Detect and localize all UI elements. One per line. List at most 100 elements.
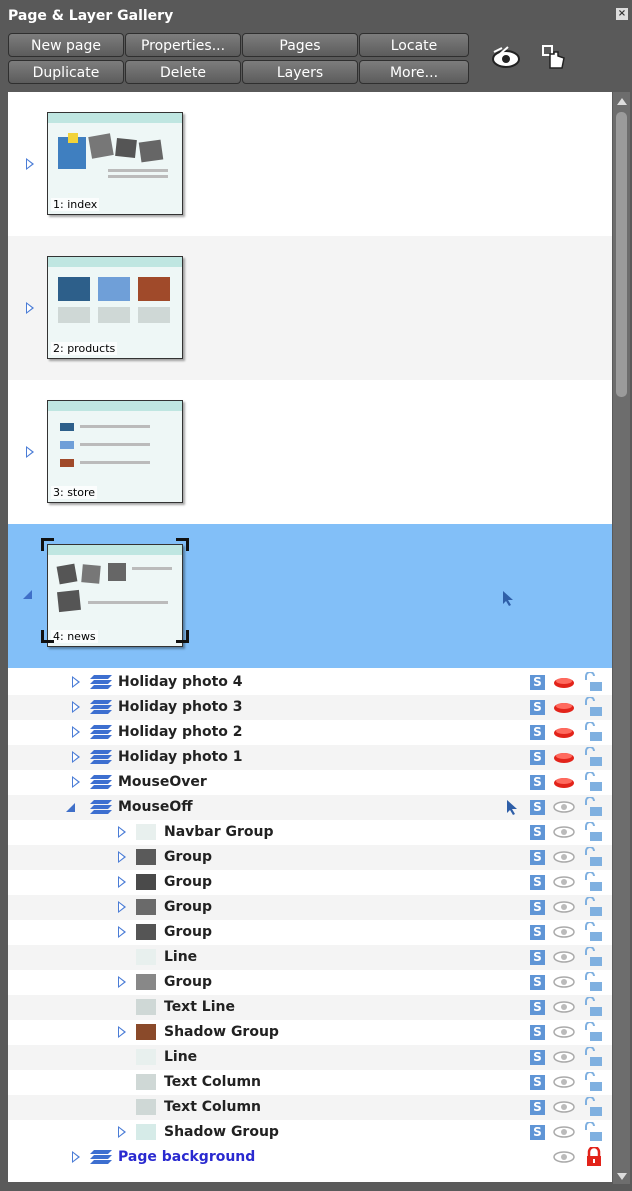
unlocked-icon[interactable] (584, 1022, 604, 1042)
expand-arrow-icon[interactable] (72, 1151, 80, 1163)
layer-row[interactable]: MouseOff S (8, 795, 612, 820)
page-row[interactable]: 2: products (8, 236, 612, 380)
object-row[interactable]: Line S (8, 1045, 612, 1070)
unlocked-icon[interactable] (584, 947, 604, 967)
expand-arrow-icon[interactable] (118, 851, 126, 863)
unlocked-icon[interactable] (584, 1047, 604, 1067)
locked-icon[interactable] (584, 1147, 604, 1167)
eye-icon[interactable] (553, 1075, 575, 1089)
more-button[interactable]: More... (359, 60, 469, 84)
scroll-up-icon[interactable] (617, 98, 627, 105)
s-icon[interactable]: S (530, 675, 545, 690)
s-icon[interactable]: S (530, 975, 545, 990)
unlocked-icon[interactable] (584, 1097, 604, 1117)
duplicate-button[interactable]: Duplicate (8, 60, 124, 84)
unlocked-icon[interactable] (584, 797, 604, 817)
expand-arrow-icon[interactable] (72, 676, 80, 688)
page-row[interactable]: 1: index (8, 92, 612, 236)
eye-icon[interactable] (553, 975, 575, 989)
s-icon[interactable]: S (530, 850, 545, 865)
expand-arrow-icon[interactable] (26, 158, 34, 170)
eye-icon[interactable] (553, 800, 575, 814)
visibility-off-icon[interactable] (553, 725, 575, 739)
unlocked-icon[interactable] (584, 1122, 604, 1142)
unlocked-icon[interactable] (584, 872, 604, 892)
object-row[interactable]: Text Column S (8, 1095, 612, 1120)
s-icon[interactable]: S (530, 1000, 545, 1015)
scroll-thumb[interactable] (616, 112, 627, 397)
unlocked-icon[interactable] (584, 972, 604, 992)
page-background-row[interactable]: Page background (8, 1145, 612, 1170)
expand-arrow-icon[interactable] (118, 1026, 126, 1038)
eye-icon[interactable] (553, 1000, 575, 1014)
eye-icon[interactable] (553, 900, 575, 914)
eye-icon[interactable] (553, 950, 575, 964)
close-icon[interactable]: × (616, 8, 628, 20)
page-thumbnail[interactable]: 1: index (47, 112, 183, 215)
unlocked-icon[interactable] (584, 722, 604, 742)
eye-icon[interactable] (553, 850, 575, 864)
eye-icon[interactable] (553, 1050, 575, 1064)
object-row[interactable]: Shadow Group S (8, 1020, 612, 1045)
unlocked-icon[interactable] (584, 697, 604, 717)
unlocked-icon[interactable] (584, 922, 604, 942)
unlocked-icon[interactable] (584, 997, 604, 1017)
s-icon[interactable]: S (530, 950, 545, 965)
expand-arrow-icon[interactable] (72, 776, 80, 788)
expand-arrow-icon[interactable] (118, 926, 126, 938)
expand-arrow-icon[interactable] (26, 446, 34, 458)
unlocked-icon[interactable] (584, 822, 604, 842)
s-icon[interactable]: S (530, 1125, 545, 1140)
page-row[interactable]: 3: store (8, 380, 612, 524)
s-icon[interactable]: S (530, 725, 545, 740)
visibility-off-icon[interactable] (553, 675, 575, 689)
layer-row[interactable]: Holiday photo 2 S (8, 720, 612, 745)
expand-arrow-icon[interactable] (72, 726, 80, 738)
expand-arrow-icon[interactable] (72, 751, 80, 763)
unlocked-icon[interactable] (584, 672, 604, 692)
eye-icon[interactable] (553, 1150, 575, 1164)
object-row[interactable]: Group S (8, 845, 612, 870)
eye-icon[interactable] (553, 875, 575, 889)
visibility-off-icon[interactable] (553, 775, 575, 789)
delete-button[interactable]: Delete (125, 60, 241, 84)
expand-arrow-icon[interactable] (72, 701, 80, 713)
object-row[interactable]: Text Line S (8, 995, 612, 1020)
scroll-down-icon[interactable] (617, 1173, 627, 1180)
page-thumbnail[interactable]: 2: products (47, 256, 183, 359)
collapse-arrow-icon[interactable] (66, 803, 75, 812)
expand-arrow-icon[interactable] (118, 901, 126, 913)
layer-row[interactable]: Holiday photo 3 S (8, 695, 612, 720)
object-row[interactable]: Group S (8, 870, 612, 895)
object-row[interactable]: Group S (8, 920, 612, 945)
unlocked-icon[interactable] (584, 897, 604, 917)
unlocked-icon[interactable] (584, 1072, 604, 1092)
s-icon[interactable]: S (530, 800, 545, 815)
unlocked-icon[interactable] (584, 747, 604, 767)
visibility-off-icon[interactable] (553, 750, 575, 764)
page-thumbnail[interactable]: 3: store (47, 400, 183, 503)
hand-lock-icon[interactable] (538, 40, 570, 72)
s-icon[interactable]: S (530, 700, 545, 715)
layer-row[interactable]: Holiday photo 1 S (8, 745, 612, 770)
expand-arrow-icon[interactable] (118, 976, 126, 988)
layer-row[interactable]: MouseOver S (8, 770, 612, 795)
object-row[interactable]: Navbar Group S (8, 820, 612, 845)
object-row[interactable]: Shadow Group S (8, 1120, 612, 1145)
expand-arrow-icon[interactable] (118, 1126, 126, 1138)
eye-icon[interactable] (553, 825, 575, 839)
s-icon[interactable]: S (530, 875, 545, 890)
collapse-arrow-icon[interactable] (23, 590, 32, 599)
page-thumbnail[interactable]: 4: news (47, 544, 183, 647)
s-icon[interactable]: S (530, 925, 545, 940)
eye-icon[interactable] (553, 1125, 575, 1139)
s-icon[interactable]: S (530, 1075, 545, 1090)
locate-button[interactable]: Locate (359, 33, 469, 57)
eye-icon[interactable] (553, 925, 575, 939)
expand-arrow-icon[interactable] (26, 302, 34, 314)
eye-icon[interactable] (553, 1100, 575, 1114)
expand-arrow-icon[interactable] (118, 876, 126, 888)
s-icon[interactable]: S (530, 825, 545, 840)
new-page-button[interactable]: New page (8, 33, 124, 57)
s-icon[interactable]: S (530, 775, 545, 790)
